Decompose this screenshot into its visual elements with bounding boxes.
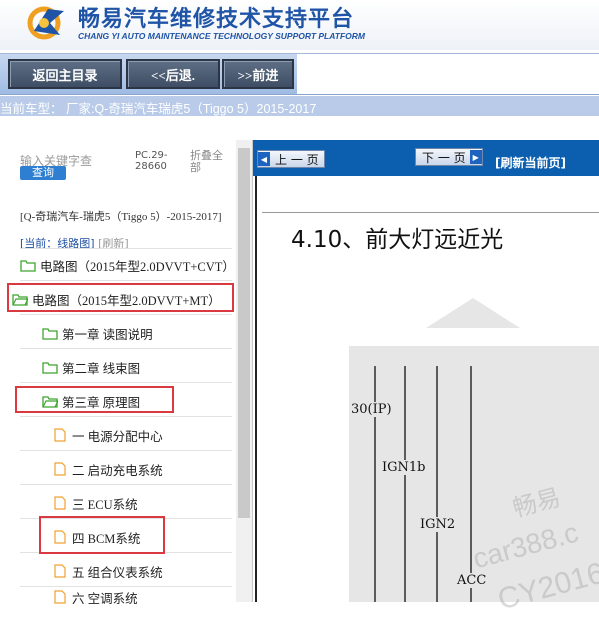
tree-item-power[interactable]: 一 电源分配中心 xyxy=(52,423,163,447)
highlight-box xyxy=(15,386,174,413)
back-button[interactable]: <<后退. xyxy=(126,59,220,89)
main-toolbar: 返回主目录 <<后退. >>前进 xyxy=(0,53,599,95)
prev-page-button[interactable]: ◀ 上 一 页 xyxy=(257,150,325,168)
wire-label: ACC xyxy=(455,573,489,588)
row-divider xyxy=(20,416,232,417)
tree-item-label: 二 启动充电系统 xyxy=(72,463,163,478)
file-icon xyxy=(54,428,66,442)
tree-item-label: 第一章 读图说明 xyxy=(62,327,153,342)
file-icon xyxy=(54,462,66,476)
current-model-label: 当前车型： 厂家:Q-奇瑞汽车瑞虎5（Tiggo 5）2015-2017 xyxy=(0,102,317,116)
wire-label: 30(IP) xyxy=(349,402,394,417)
wire-label: IGN2 xyxy=(418,517,458,532)
section-title: 4.10、前大灯远近光 xyxy=(291,227,504,253)
tree-item-cvt[interactable]: 电路图（2015年型2.0DVVT+CVT） xyxy=(20,253,235,277)
wire-label: IGN1b xyxy=(380,460,428,475)
file-icon xyxy=(54,564,66,578)
refresh-page-link[interactable]: [刷新当前页] xyxy=(495,154,566,171)
row-divider xyxy=(20,248,232,249)
arrow-right-icon: ▶ xyxy=(469,150,482,164)
next-page-label: 下 一 页 xyxy=(422,150,466,165)
row-divider xyxy=(20,382,232,383)
pc-code: PC.29-28660 xyxy=(135,150,168,172)
folder-icon xyxy=(42,328,58,340)
content-divider xyxy=(262,212,599,213)
spacer xyxy=(0,116,599,140)
tree-item-label: 电路图（2015年型2.0DVVT+CVT） xyxy=(40,259,235,274)
tree-item-label: 五 组合仪表系统 xyxy=(72,565,163,580)
highlight-box xyxy=(7,283,234,312)
forward-button[interactable]: >>前进 xyxy=(222,59,294,89)
toolbar-spacer xyxy=(297,54,599,94)
app-header: 畅易汽车维修技术支持平台 CHANG YI AUTO MAINTENANCE T… xyxy=(0,0,599,50)
folder-icon xyxy=(42,362,58,374)
breadcrumb: [Q-奇瑞汽车-瑞虎5（Tiggo 5）-2015-2017] xyxy=(20,211,222,223)
row-divider xyxy=(20,484,232,485)
brand-title: 畅易汽车维修技术支持平台 xyxy=(78,7,355,32)
row-divider xyxy=(20,314,232,315)
tree-item-label: 第二章 线束图 xyxy=(62,361,141,376)
highlight-box xyxy=(39,516,165,554)
next-page-button[interactable]: 下 一 页 ▶ xyxy=(415,148,483,166)
folder-icon xyxy=(20,260,36,272)
row-divider xyxy=(20,348,232,349)
tree-item-cluster[interactable]: 五 组合仪表系统 xyxy=(52,559,163,583)
prev-page-label: 上 一 页 xyxy=(275,152,319,167)
tree-item-start[interactable]: 二 启动充电系统 xyxy=(52,457,163,481)
row-divider xyxy=(20,450,232,451)
tree-item-chapter-2[interactable]: 第二章 线束图 xyxy=(42,355,140,379)
sidebar-scroll-thumb[interactable] xyxy=(238,148,250,518)
row-divider xyxy=(20,586,232,587)
home-button[interactable]: 返回主目录 xyxy=(8,59,122,89)
collapse-all-link[interactable]: 折叠全部 xyxy=(190,150,230,174)
tree-item-ecu[interactable]: 三 ECU系统 xyxy=(52,491,138,515)
search-button[interactable]: 查询 xyxy=(20,166,66,180)
logo-icon xyxy=(27,6,64,40)
arrow-left-icon: ◀ xyxy=(258,152,270,166)
tree-item-label: 三 ECU系统 xyxy=(72,497,138,512)
file-icon xyxy=(54,496,66,510)
tree-item-chapter-1[interactable]: 第一章 读图说明 xyxy=(42,321,153,345)
row-divider xyxy=(20,280,232,281)
brand-subtitle: CHANG YI AUTO MAINTENANCE TECHNOLOGY SUP… xyxy=(78,31,365,41)
tree-item-label: 一 电源分配中心 xyxy=(72,429,163,444)
